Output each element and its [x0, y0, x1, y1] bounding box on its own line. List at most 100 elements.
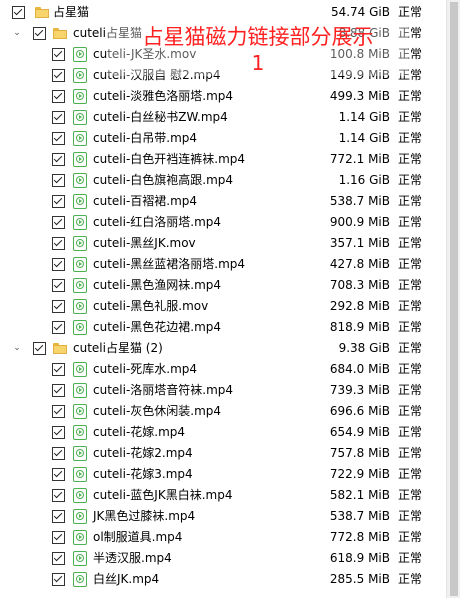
- file-name: cuteli-灰色休闲装.mp4: [93, 404, 222, 418]
- file-name: cuteli-淡雅色洛丽塔.mp4: [93, 89, 234, 103]
- tree-row-file[interactable]: cuteli-白吊带.mp4 1.14 GiB 正常: [0, 128, 446, 149]
- tree-row-file[interactable]: cuteli-花嫁.mp4 654.9 MiB 正常: [0, 422, 446, 443]
- folder-checkbox[interactable]: [33, 27, 46, 40]
- video-file-icon: [73, 404, 87, 419]
- file-checkbox[interactable]: [52, 69, 65, 82]
- video-file-icon: [73, 131, 87, 146]
- tree-row-file[interactable]: cuteli-花嫁3.mp4 722.9 MiB 正常: [0, 464, 446, 485]
- file-checkbox[interactable]: [52, 363, 65, 376]
- file-status: 正常: [398, 509, 423, 523]
- tree-row-file[interactable]: 白丝JK.mp4 285.5 MiB 正常: [0, 569, 446, 590]
- tree-row-file[interactable]: cuteli-黑丝JK.mov 357.1 MiB 正常: [0, 233, 446, 254]
- folder-status: 正常: [398, 341, 423, 355]
- file-name: cuteli-白色旗袍高跟.mp4: [93, 173, 234, 187]
- file-size: 696.6 MiB: [329, 404, 390, 418]
- tree-row-file[interactable]: ol制服道具.mp4 772.8 MiB 正常: [0, 527, 446, 548]
- file-status: 正常: [398, 404, 423, 418]
- file-checkbox[interactable]: [52, 132, 65, 145]
- video-file-icon: [73, 572, 87, 587]
- file-size: 708.3 MiB: [329, 278, 390, 292]
- file-status: 正常: [398, 362, 423, 376]
- file-size: 357.1 MiB: [329, 236, 390, 250]
- file-status: 正常: [398, 467, 423, 481]
- file-checkbox[interactable]: [52, 153, 65, 166]
- file-checkbox[interactable]: [52, 90, 65, 103]
- file-status: 正常: [398, 278, 423, 292]
- file-size: 292.8 MiB: [329, 299, 390, 313]
- video-file-icon: [73, 530, 87, 545]
- file-status: 正常: [398, 215, 423, 229]
- file-checkbox[interactable]: [52, 237, 65, 250]
- folder-name: cuteli占星猫 (2): [73, 341, 163, 355]
- root-checkbox[interactable]: [12, 6, 25, 19]
- file-checkbox[interactable]: [52, 48, 65, 61]
- file-checkbox[interactable]: [52, 384, 65, 397]
- tree-row-root[interactable]: 占星猫 54.74 GiB 正常: [0, 2, 446, 23]
- file-checkbox[interactable]: [52, 489, 65, 502]
- tree-row-file[interactable]: cuteli-黑丝蓝裙洛丽塔.mp4 427.8 MiB 正常: [0, 254, 446, 275]
- chevron-down-icon[interactable]: ⌄: [12, 338, 22, 359]
- file-checkbox[interactable]: [52, 216, 65, 229]
- file-status: 正常: [398, 299, 423, 313]
- video-file-icon: [73, 215, 87, 230]
- tree-row-file[interactable]: cuteli-黑色花边裙.mp4 818.9 MiB 正常: [0, 317, 446, 338]
- tree-row-file[interactable]: cuteli-黑色渔网袜.mp4 708.3 MiB 正常: [0, 275, 446, 296]
- file-size: 684.0 MiB: [329, 362, 390, 376]
- tree-row-folder[interactable]: ⌄ cuteli占星猫 (2) 9.38 GiB 正常: [0, 338, 446, 359]
- file-checkbox[interactable]: [52, 321, 65, 334]
- file-name: cuteli-白吊带.mp4: [93, 131, 198, 145]
- vertical-scrollbar[interactable]: [446, 0, 460, 598]
- file-size: 427.8 MiB: [329, 257, 390, 271]
- tree-row-file[interactable]: JK黑色过膝袜.mp4 538.7 MiB 正常: [0, 506, 446, 527]
- file-size: 1.14 GiB: [338, 131, 390, 145]
- file-status: 正常: [398, 530, 423, 544]
- file-checkbox[interactable]: [52, 552, 65, 565]
- file-checkbox[interactable]: [52, 300, 65, 313]
- file-checkbox[interactable]: [52, 531, 65, 544]
- file-checkbox[interactable]: [52, 468, 65, 481]
- tree-row-file[interactable]: cuteli-死库水.mp4 684.0 MiB 正常: [0, 359, 446, 380]
- chevron-down-icon[interactable]: ⌄: [12, 23, 22, 44]
- tree-row-file[interactable]: 半透汉服.mp4 618.9 MiB 正常: [0, 548, 446, 569]
- tree-row-file[interactable]: cuteli-洛丽塔音符袜.mp4 739.3 MiB 正常: [0, 380, 446, 401]
- tree-row-file[interactable]: cuteli-白色旗袍高跟.mp4 1.16 GiB 正常: [0, 170, 446, 191]
- file-checkbox[interactable]: [52, 174, 65, 187]
- video-file-icon: [73, 383, 87, 398]
- file-checkbox[interactable]: [52, 426, 65, 439]
- file-status: 正常: [398, 383, 423, 397]
- file-checkbox[interactable]: [52, 573, 65, 586]
- folder-icon: [53, 343, 67, 354]
- file-status: 正常: [398, 236, 423, 250]
- file-size: 1.14 GiB: [338, 110, 390, 124]
- tree-row-file[interactable]: cuteli-灰色休闲装.mp4 696.6 MiB 正常: [0, 401, 446, 422]
- folder-checkbox[interactable]: [33, 342, 46, 355]
- tree-row-file[interactable]: cuteli-淡雅色洛丽塔.mp4 499.3 MiB 正常: [0, 86, 446, 107]
- tree-row-file[interactable]: cuteli-黑色礼服.mov 292.8 MiB 正常: [0, 296, 446, 317]
- file-checkbox[interactable]: [52, 111, 65, 124]
- file-name: cuteli-死库水.mp4: [93, 362, 198, 376]
- video-file-icon: [73, 194, 87, 209]
- folder-icon: [35, 7, 49, 18]
- video-file-icon: [73, 278, 87, 293]
- file-checkbox[interactable]: [52, 405, 65, 418]
- video-file-icon: [73, 47, 87, 62]
- file-name: 白丝JK.mp4: [93, 572, 160, 586]
- tree-row-file[interactable]: cuteli-蓝色JK黑白袜.mp4 582.1 MiB 正常: [0, 485, 446, 506]
- file-name: cuteli-白丝秘书ZW.mp4: [93, 110, 228, 124]
- tree-row-file[interactable]: cuteli-花嫁2.mp4 757.8 MiB 正常: [0, 443, 446, 464]
- video-file-icon: [73, 320, 87, 335]
- file-checkbox[interactable]: [52, 279, 65, 292]
- file-size: 618.9 MiB: [329, 551, 390, 565]
- file-name: JK黑色过膝袜.mp4: [93, 509, 196, 523]
- file-checkbox[interactable]: [52, 258, 65, 271]
- tree-row-file[interactable]: cuteli-红白洛丽塔.mp4 900.9 MiB 正常: [0, 212, 446, 233]
- file-checkbox[interactable]: [52, 510, 65, 523]
- file-checkbox[interactable]: [52, 195, 65, 208]
- scrollbar-thumb[interactable]: [450, 2, 458, 596]
- file-size: 757.8 MiB: [329, 446, 390, 460]
- file-name: cuteli-洛丽塔音符袜.mp4: [93, 383, 234, 397]
- tree-row-file[interactable]: cuteli-白色开裆连裤袜.mp4 772.1 MiB 正常: [0, 149, 446, 170]
- tree-row-file[interactable]: cuteli-白丝秘书ZW.mp4 1.14 GiB 正常: [0, 107, 446, 128]
- tree-row-file[interactable]: cuteli-百褶裙.mp4 538.7 MiB 正常: [0, 191, 446, 212]
- file-checkbox[interactable]: [52, 447, 65, 460]
